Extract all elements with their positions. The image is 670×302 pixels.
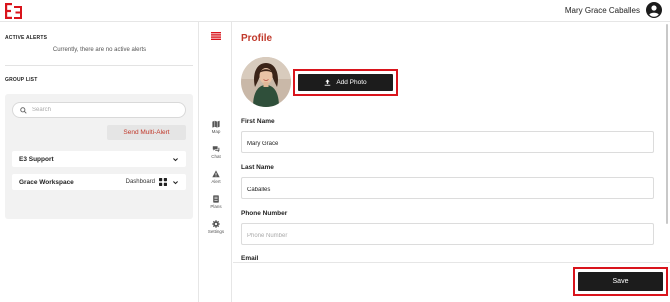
user-avatar-icon[interactable] — [646, 2, 662, 18]
hamburger-menu-icon[interactable] — [211, 32, 221, 40]
group-name: E3 Support — [19, 155, 54, 163]
rail-item-plans[interactable]: Plans — [200, 195, 232, 209]
map-icon — [212, 120, 220, 128]
email-label: Email — [241, 255, 259, 260]
plans-icon — [213, 195, 219, 203]
group-item-grace-workspace[interactable]: Grace Workspace Dashboard — [12, 174, 186, 190]
rail-label: Chat — [211, 154, 221, 159]
first-name-label: First Name — [241, 118, 275, 125]
group-list-panel: Send Multi-Alert E3 Support Grace Worksp… — [5, 94, 193, 219]
top-bar: Mary Grace Caballes — [0, 0, 670, 22]
chevron-down-icon[interactable] — [172, 156, 179, 163]
add-photo-button[interactable]: Add Photo — [298, 74, 393, 91]
first-name-input[interactable] — [242, 134, 653, 154]
save-highlight: Save — [573, 267, 668, 296]
profile-panel: Profile Add Photo First Name Last Name P… — [233, 22, 670, 302]
phone-number-field[interactable] — [241, 223, 654, 246]
search-input[interactable] — [32, 107, 172, 113]
first-name-field[interactable] — [241, 131, 654, 154]
phone-number-label: Phone Number — [241, 210, 288, 217]
search-box[interactable] — [12, 102, 186, 118]
group-list-title: GROUP LIST — [5, 77, 38, 83]
icon-rail: Map Chat Alert Plans Settings — [200, 22, 232, 302]
rail-label: Plans — [210, 204, 222, 209]
group-item-e3-support[interactable]: E3 Support — [12, 151, 186, 167]
profile-photo — [241, 57, 291, 107]
add-photo-highlight: Add Photo — [293, 69, 398, 96]
last-name-input[interactable] — [242, 180, 653, 200]
chevron-down-icon[interactable] — [172, 179, 179, 186]
gear-icon — [212, 220, 220, 228]
rail-item-map[interactable]: Map — [200, 120, 232, 134]
rail-item-settings[interactable]: Settings — [200, 220, 232, 234]
phone-number-input[interactable] — [242, 226, 653, 246]
active-alerts-title: ACTIVE ALERTS — [5, 35, 48, 41]
upload-icon — [325, 79, 331, 86]
send-multi-alert-button[interactable]: Send Multi-Alert — [107, 125, 186, 140]
rail-label: Map — [211, 129, 221, 134]
page-title: Profile — [241, 33, 273, 44]
scrollbar[interactable] — [666, 24, 668, 224]
rail-label: Settings — [207, 229, 225, 234]
alert-icon — [212, 170, 220, 178]
save-button[interactable]: Save — [578, 272, 663, 291]
last-name-field[interactable] — [241, 177, 654, 200]
no-alerts-text: Currently, there are no active alerts — [52, 47, 147, 53]
e3-logo[interactable] — [5, 3, 23, 19]
add-photo-label: Add Photo — [336, 79, 367, 86]
group-name: Grace Workspace — [19, 178, 74, 186]
footer-divider — [233, 262, 670, 263]
rail-item-chat[interactable]: Chat — [200, 145, 232, 159]
user-menu[interactable]: Mary Grace Caballes — [565, 2, 662, 18]
chat-icon — [212, 146, 220, 153]
search-icon — [20, 106, 27, 114]
rail-item-alert[interactable]: Alert — [200, 170, 232, 184]
dashboard-link[interactable]: Dashboard — [126, 179, 155, 185]
user-name: Mary Grace Caballes — [564, 5, 640, 15]
divider — [5, 65, 193, 66]
left-sidebar: ACTIVE ALERTS Currently, there are no ac… — [0, 22, 199, 302]
dashboard-grid-icon[interactable] — [159, 178, 167, 186]
rail-label: Alert — [211, 179, 221, 184]
last-name-label: Last Name — [241, 164, 274, 171]
